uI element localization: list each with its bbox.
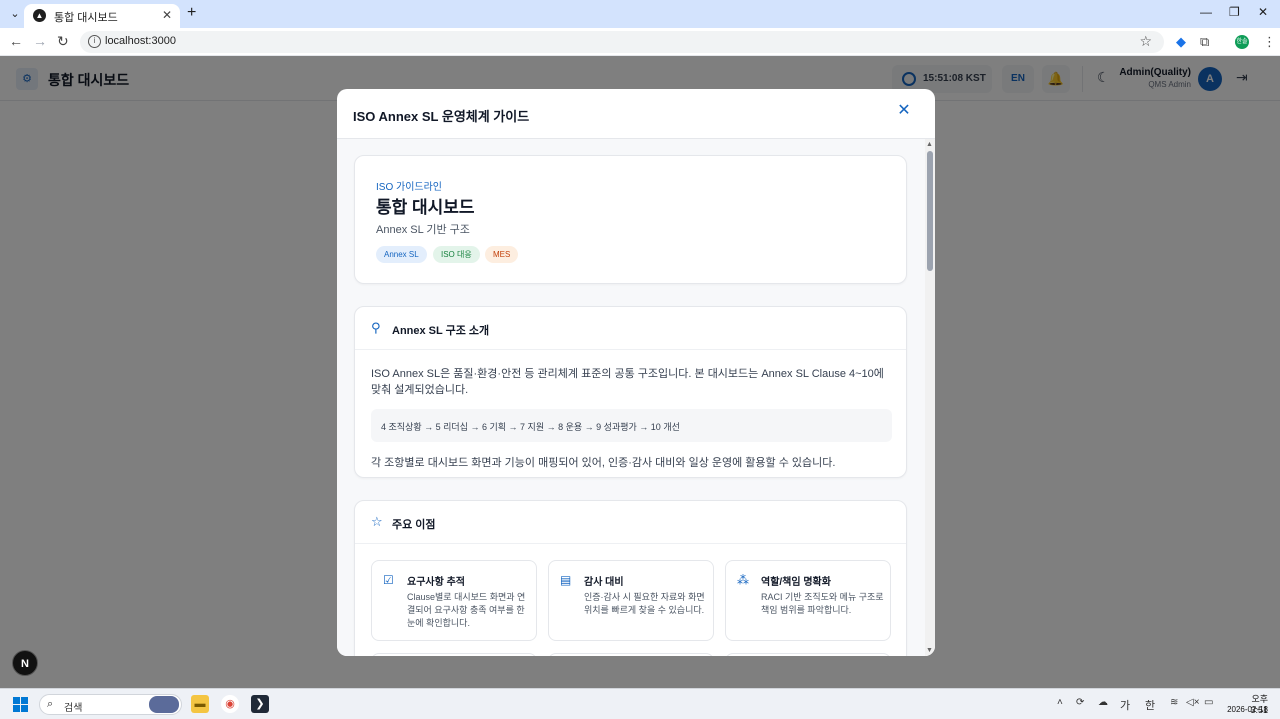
new-tab-plus-icon[interactable]: + xyxy=(187,4,196,22)
benefit-item-partial xyxy=(725,653,891,656)
ime-mode-2[interactable]: 한 xyxy=(1145,697,1155,713)
benefit-item: ▤ 감사 대비 인증·감사 시 필요한 자료와 화면 위치를 빠르게 찾을 수 … xyxy=(548,560,714,641)
profile-avatar[interactable]: 한솔 xyxy=(1235,35,1249,49)
card-header: ☆ 주요 이점 xyxy=(355,501,906,544)
benefit-title: 역할/책임 명확화 xyxy=(761,577,831,588)
hero-card: ISO 가이드라인 통합 대시보드 Annex SL 기반 구조 Annex S… xyxy=(354,155,907,284)
battery-icon[interactable]: ▭ xyxy=(1204,697,1213,708)
intro-paragraph: ISO Annex SL은 품질·환경·안전 등 관리체계 표준의 공통 구조입… xyxy=(371,368,884,396)
scrollbar-thumb[interactable] xyxy=(927,151,933,271)
hero-eyebrow: ISO 가이드라인 xyxy=(376,182,443,193)
modal-close-icon[interactable]: ✕ xyxy=(896,103,912,119)
bookmark-star-icon[interactable]: ☆ xyxy=(1139,33,1152,50)
hero-subtitle: Annex SL 기반 구조 xyxy=(376,224,470,236)
modal-title: ISO Annex SL 운영체계 가이드 xyxy=(353,109,530,124)
browser-tab-bar: ⌄ ▲ 통합 대시보드 ✕ + — ❐ ✕ xyxy=(0,0,1280,28)
modal-scrollbar[interactable]: ▲ ▼ xyxy=(925,139,935,656)
window-close-icon[interactable]: ✕ xyxy=(1258,5,1268,19)
fact-check-icon: ▤ xyxy=(560,573,572,587)
benefit-desc: Clause별로 대시보드 화면과 연결되어 요구사항 충족 여부를 한눈에 확… xyxy=(407,592,526,628)
browser-toolbar: ← → ↻ i localhost:3000 ☆ ◆ ⧉ 한솔 ⋮ xyxy=(0,28,1280,56)
nextjs-devtools-badge[interactable]: N xyxy=(12,650,38,676)
taskbar-search[interactable]: ⌕ 검색 xyxy=(39,694,182,715)
address-bar[interactable]: i localhost:3000 ☆ xyxy=(80,31,1164,53)
star-icon: ☆ xyxy=(371,514,383,529)
app-root: ⚙ 통합 대시보드 15:51:08 KST EN 🔔 ☾ Admin(Qual… xyxy=(0,56,1280,688)
benefit-item-partial xyxy=(548,653,714,656)
taskbar-date[interactable]: 2026-02-18 xyxy=(1222,705,1268,714)
ime-mode-1[interactable]: 가 xyxy=(1120,697,1130,713)
iso-guide-modal: ISO Annex SL 운영체계 가이드 ✕ ISO 가이드라인 통합 대시보… xyxy=(337,89,935,656)
card-title: 주요 이점 xyxy=(392,519,436,531)
extensions-puzzle-icon[interactable]: ⧉ xyxy=(1200,34,1209,50)
clause-flow-box: 4 조직상황 → 5 리더십 → 6 기획 → 7 지원 → 8 운용 → 9 … xyxy=(371,409,892,442)
search-placeholder: 검색 xyxy=(64,703,83,714)
site-info-icon[interactable]: i xyxy=(88,35,101,48)
intro-paragraph-2: 각 조항별로 대시보드 화면과 기능이 매핑되어 있어, 인증·감사 대비와 일… xyxy=(371,457,836,469)
terminal-app-icon[interactable]: ❯ xyxy=(251,695,269,713)
card-title: Annex SL 구조 소개 xyxy=(392,325,490,337)
browser-menu-icon[interactable]: ⋮ xyxy=(1263,34,1276,50)
extension-icon[interactable]: ◆ xyxy=(1176,34,1186,50)
forward-arrow-icon[interactable]: → xyxy=(33,33,47,49)
tag-chip: ISO 대응 xyxy=(433,246,480,263)
browser-tab-active[interactable]: ▲ 통합 대시보드 ✕ xyxy=(24,4,180,28)
benefit-item: ⁂ 역할/책임 명확화 RACI 기반 조직도와 메뉴 구조로 책임 범위를 파… xyxy=(725,560,891,641)
tray-chevron-up-icon[interactable]: ˄ xyxy=(1057,697,1063,708)
window-restore-icon[interactable]: ❐ xyxy=(1229,5,1240,19)
tab-favicon-icon: ▲ xyxy=(33,9,46,22)
clause-flow-text: 4 조직상황 → 5 리더십 → 6 기획 → 7 지원 → 8 운용 → 9 … xyxy=(381,422,680,432)
modal-header: ISO Annex SL 운영체계 가이드 ✕ xyxy=(337,89,935,139)
annex-sl-intro-card: ⚲ Annex SL 구조 소개 ISO Annex SL은 품질·환경·안전 … xyxy=(354,306,907,478)
tag-chip: Annex SL xyxy=(376,246,427,263)
reload-icon[interactable]: ↻ xyxy=(57,33,69,50)
chrome-icon[interactable]: ◉ xyxy=(221,695,239,713)
card-header: ⚲ Annex SL 구조 소개 xyxy=(355,307,906,350)
benefit-item-partial xyxy=(371,653,537,656)
benefit-desc: RACI 기반 조직도와 메뉴 구조로 책임 범위를 파악합니다. xyxy=(761,592,884,615)
tray-sync-icon[interactable]: ⟳ xyxy=(1076,697,1084,708)
window-minimize-icon[interactable]: — xyxy=(1200,5,1212,19)
windows-start-icon[interactable] xyxy=(13,697,29,713)
benefit-item: ☑ 요구사항 추적 Clause별로 대시보드 화면과 연결되어 요구사항 충족… xyxy=(371,560,537,641)
wifi-icon[interactable]: ≋ xyxy=(1170,697,1178,708)
tab-search-chevron-icon[interactable]: ⌄ xyxy=(6,5,24,23)
tag-chip: MES xyxy=(485,246,519,263)
benefits-card: ☆ 주요 이점 ☑ 요구사항 추적 Clause별로 대시보드 화면과 연결되어… xyxy=(354,500,907,656)
benefit-desc: 인증·감사 시 필요한 자료와 화면 위치를 빠르게 찾을 수 있습니다. xyxy=(584,592,705,615)
tray-cloud-icon[interactable]: ☁ xyxy=(1098,697,1108,708)
compass-icon: ⚲ xyxy=(371,320,381,335)
benefit-title: 감사 대비 xyxy=(584,577,624,588)
tab-close-icon[interactable]: ✕ xyxy=(162,8,172,22)
file-explorer-icon[interactable]: ▬ xyxy=(191,695,209,713)
workspaces-icon: ⁂ xyxy=(737,573,749,587)
scroll-down-arrow-icon[interactable]: ▼ xyxy=(926,647,933,654)
checklist-icon: ☑ xyxy=(383,573,394,587)
os-taskbar: ⌕ 검색 ▬ ◉ ❯ ˄ ⟳ ☁ 가 한 ≋ ◁× ▭ 오후 3:51 2026… xyxy=(0,688,1280,719)
tab-title: 통합 대시보드 xyxy=(54,12,118,24)
scroll-up-arrow-icon[interactable]: ▲ xyxy=(926,141,933,148)
search-highlight-image xyxy=(149,696,179,713)
modal-body[interactable]: ISO 가이드라인 통합 대시보드 Annex SL 기반 구조 Annex S… xyxy=(337,139,935,656)
search-icon: ⌕ xyxy=(47,698,54,710)
hero-title: 통합 대시보드 xyxy=(376,198,475,217)
benefit-title: 요구사항 추적 xyxy=(407,577,465,588)
back-arrow-icon[interactable]: ← xyxy=(9,33,23,49)
url-text[interactable]: localhost:3000 xyxy=(105,35,176,47)
volume-muted-icon[interactable]: ◁× xyxy=(1186,697,1200,708)
